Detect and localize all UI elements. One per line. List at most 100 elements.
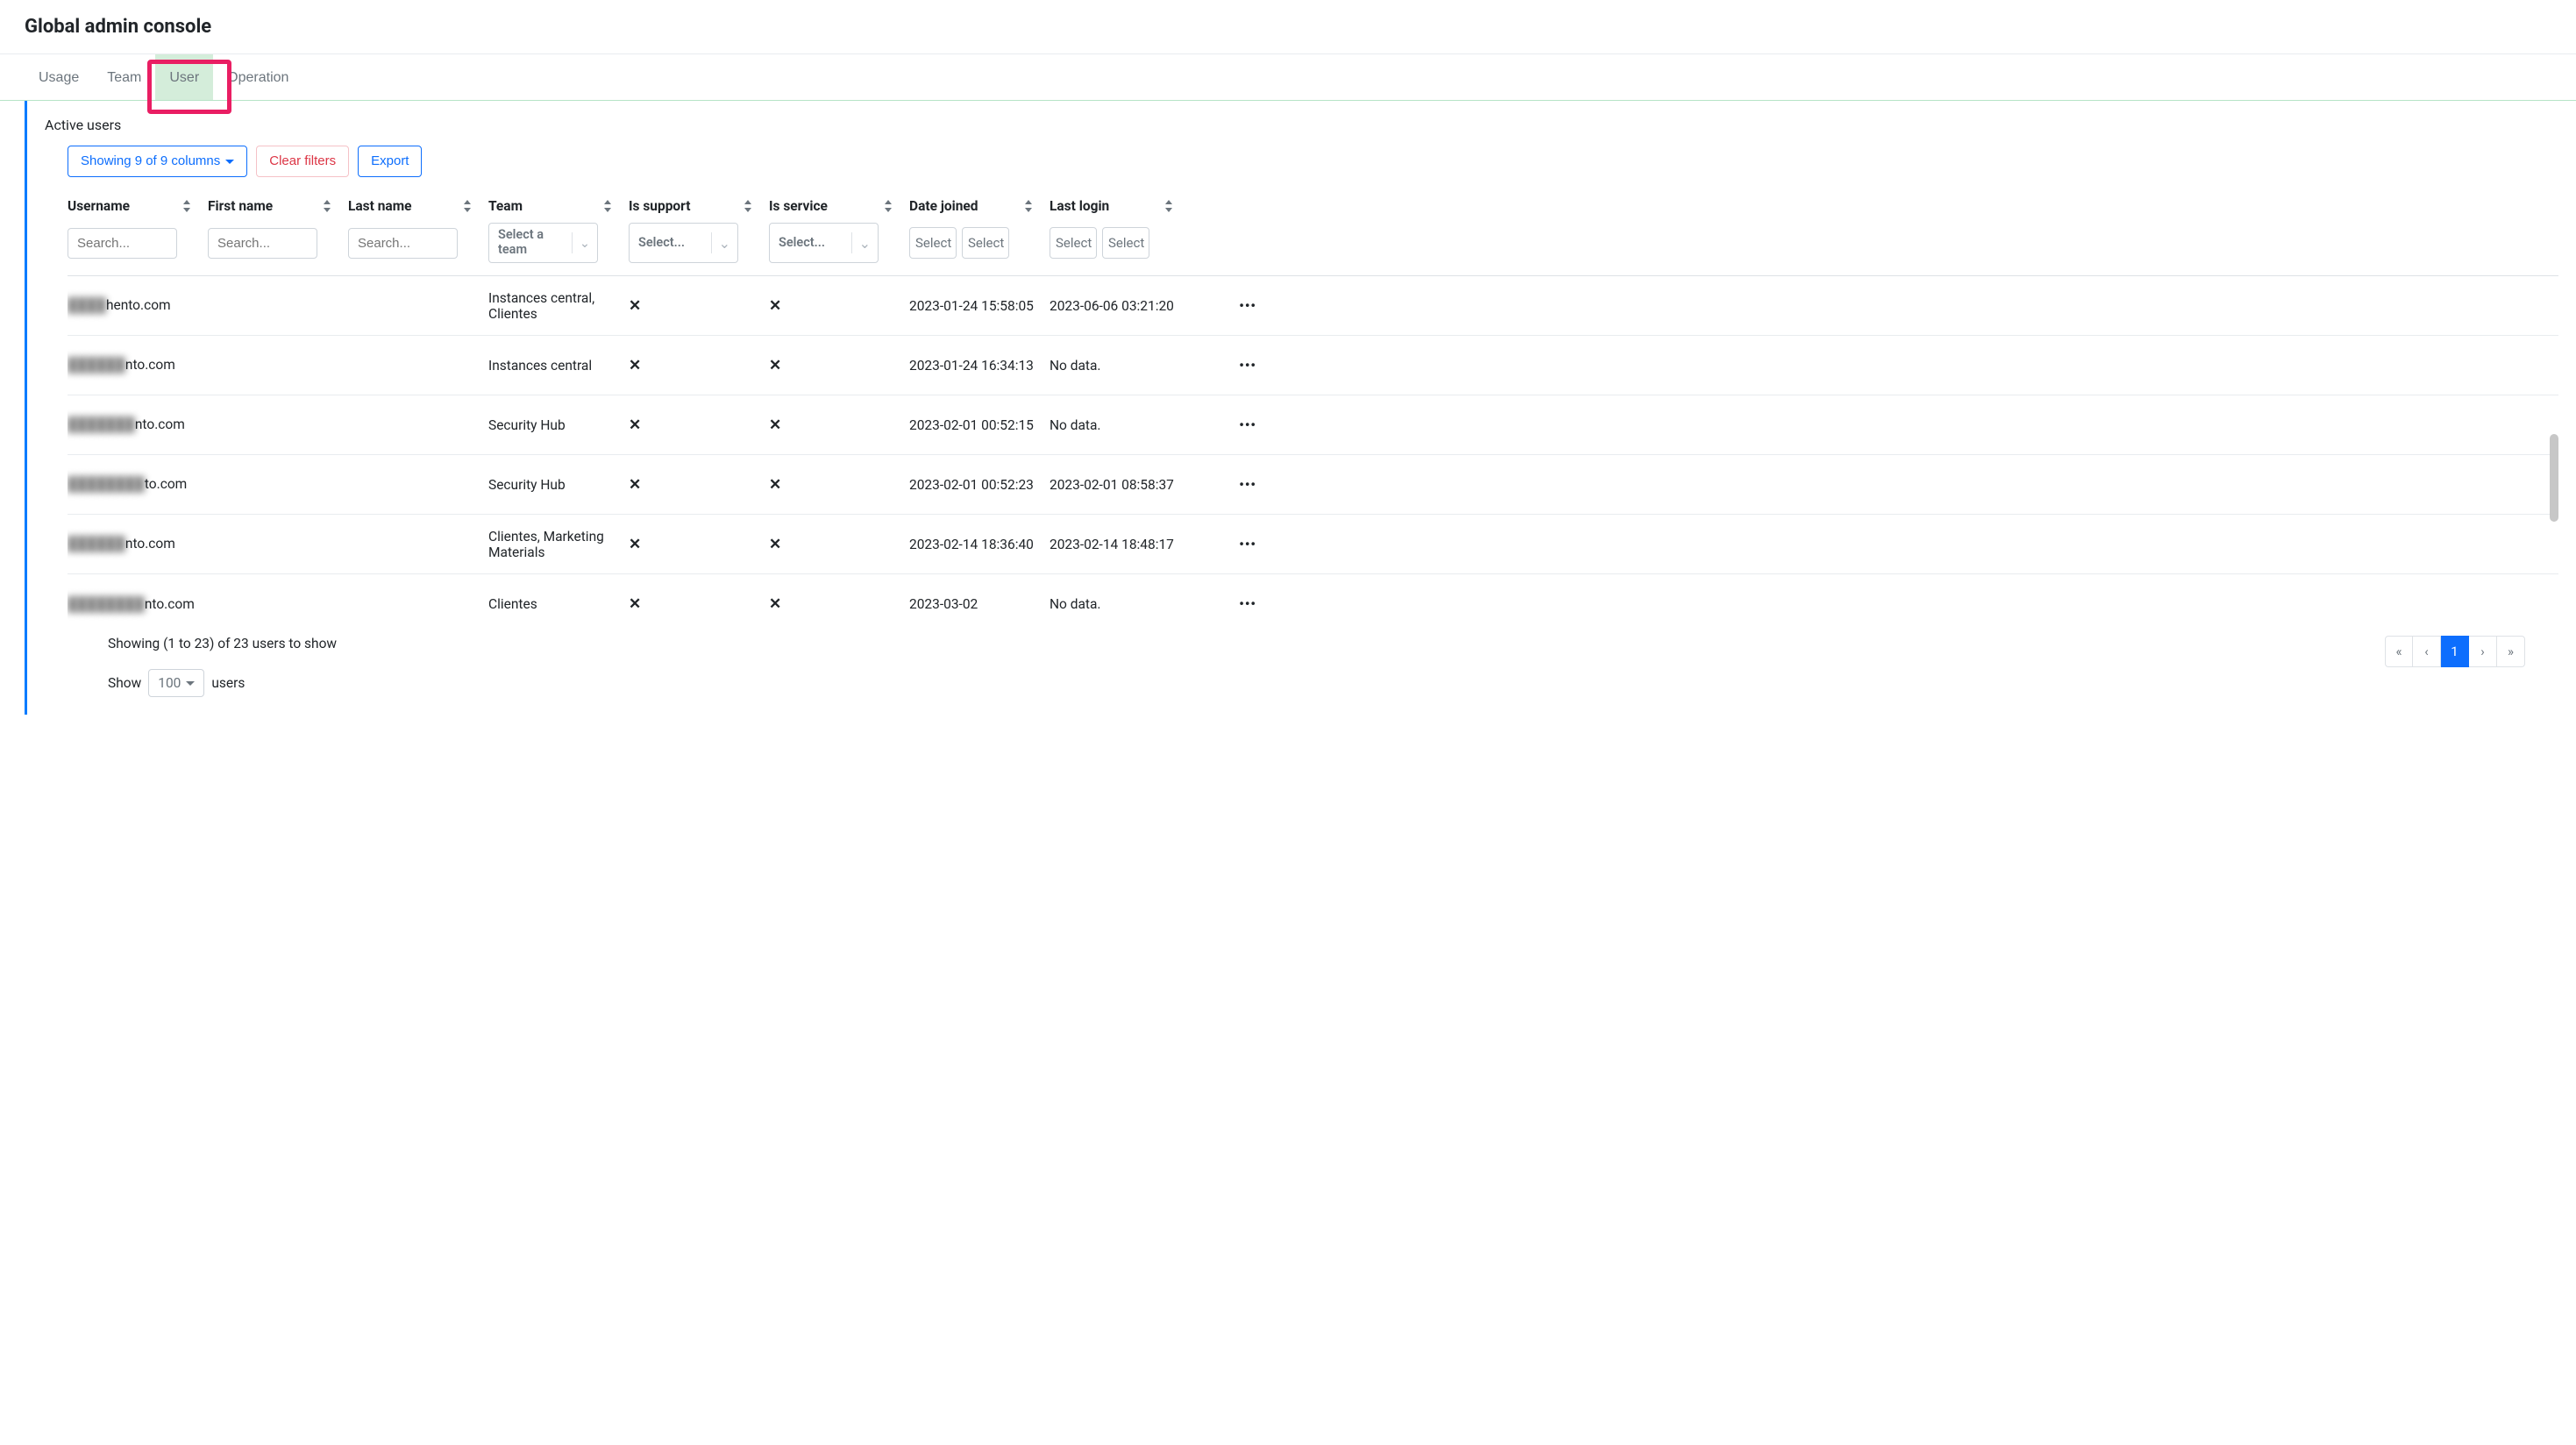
page-size-select[interactable]: 100 [148,669,204,697]
toolbar: Showing 9 of 9 columns Clear filters Exp… [27,146,2576,193]
row-actions-button[interactable]: ••• [1190,298,1277,314]
table-row: ████████ to.com Security Hub ✕ ✕ 2023-02… [68,455,2558,515]
clear-filters-button[interactable]: Clear filters [256,146,349,177]
cell-username: ██████ nto.com [68,536,208,552]
filter-is-support-select[interactable]: Select... ⌄ [629,223,738,263]
row-actions-button[interactable]: ••• [1190,596,1277,612]
col-header-label: Is service [769,198,828,214]
col-header-is-support[interactable]: Is support [629,198,769,214]
cell-date-joined: 2023-02-01 00:52:15 [909,417,1050,433]
columns-dropdown-button[interactable]: Showing 9 of 9 columns [68,146,247,177]
cell-team: Security Hub [488,477,629,493]
cell-is-service: ✕ [769,297,909,315]
redacted-text: ████████ [68,476,145,493]
cell-username: ██████ nto.com [68,357,208,374]
sort-icon [743,200,753,212]
cell-username: ████████ nto.com [68,596,208,613]
redacted-text: ██████ [68,357,125,374]
caret-down-icon [225,160,234,164]
tab-usage[interactable]: Usage [25,54,93,100]
filter-date-joined-to[interactable]: Select [962,227,1009,259]
tab-user[interactable]: User [155,54,213,100]
redacted-text: ████████ [68,596,145,613]
cell-team: Clientes, Marketing Materials [488,529,629,560]
col-header-label: Last name [348,198,412,214]
chevron-down-icon: ⌄ [573,236,597,251]
scrollbar-thumb[interactable] [2550,434,2558,522]
select-placeholder: Select... [770,231,851,256]
col-header-last-login[interactable]: Last login [1050,198,1190,214]
username-suffix: nto.com [145,596,195,612]
select-placeholder: Select a team [489,223,572,262]
cell-last-login: 2023-06-06 03:21:20 [1050,298,1190,314]
col-header-is-service[interactable]: Is service [769,198,909,214]
filter-is-service-select[interactable]: Select... ⌄ [769,223,879,263]
cell-date-joined: 2023-01-24 16:34:13 [909,358,1050,374]
pagination: « ‹ 1 › » [2385,636,2525,667]
username-suffix: nto.com [125,536,175,552]
filter-lastname-input[interactable] [348,228,458,259]
cell-team: Clientes [488,596,629,612]
sort-icon [602,200,613,212]
cell-last-login: No data. [1050,358,1190,374]
col-header-firstname[interactable]: First name [208,198,348,214]
col-header-lastname[interactable]: Last name [348,198,488,214]
filter-username-input[interactable] [68,228,177,259]
cell-username: ████ hento.com [68,297,208,314]
cell-is-service: ✕ [769,536,909,553]
sort-icon [462,200,473,212]
col-header-label: Last login [1050,198,1109,214]
col-header-date-joined[interactable]: Date joined [909,198,1050,214]
table-row: ████████ nto.com Clientes ✕ ✕ 2023-03-02… [68,574,2558,627]
col-header-team[interactable]: Team [488,198,629,214]
col-header-label: Is support [629,198,690,214]
panel-title: Active users [27,101,2576,146]
export-button[interactable]: Export [358,146,422,177]
page-next-button[interactable]: › [2469,636,2497,667]
cell-team: Instances central [488,358,629,374]
row-actions-button[interactable]: ••• [1190,477,1277,493]
caret-down-icon [186,681,195,686]
page-number-button[interactable]: 1 [2441,636,2469,667]
row-actions-button[interactable]: ••• [1190,417,1277,433]
filter-last-login-from[interactable]: Select [1050,227,1097,259]
page-first-button[interactable]: « [2385,636,2413,667]
filter-firstname-input[interactable] [208,228,317,259]
page-last-button[interactable]: » [2497,636,2525,667]
page-prev-button[interactable]: ‹ [2413,636,2441,667]
username-suffix: nto.com [135,416,185,432]
select-placeholder: Select... [630,231,711,256]
results-summary: Showing (1 to 23) of 23 users to show [108,636,337,651]
col-header-label: Date joined [909,198,978,214]
page-title: Global admin console [0,0,2576,54]
cell-date-joined: 2023-02-14 18:36:40 [909,537,1050,552]
filter-team-select[interactable]: Select a team ⌄ [488,223,598,263]
cell-date-joined: 2023-01-24 15:58:05 [909,298,1050,314]
tab-team[interactable]: Team [93,54,155,100]
col-header-username[interactable]: Username [68,198,208,214]
filter-date-joined-from[interactable]: Select [909,227,957,259]
col-header-label: Team [488,198,523,214]
table-row: ████ hento.com Instances central, Client… [68,276,2558,336]
filter-last-login-to[interactable]: Select [1102,227,1149,259]
sort-icon [883,200,893,212]
redacted-text: ██████ [68,536,125,552]
row-actions-button[interactable]: ••• [1190,358,1277,374]
cell-is-support: ✕ [629,536,769,553]
chevron-down-icon: ⌄ [852,235,878,252]
show-suffix: users [211,675,245,691]
sort-icon [1023,200,1034,212]
page-size-value: 100 [158,675,181,691]
cell-date-joined: 2023-03-02 [909,596,1050,612]
sort-icon [181,200,192,212]
cell-username: ███████ nto.com [68,416,208,433]
table-header-row: Username First name Last name Team Is su… [68,193,2558,223]
tab-operation[interactable]: Operation [213,54,302,100]
row-actions-button[interactable]: ••• [1190,537,1277,552]
cell-is-service: ✕ [769,595,909,613]
cell-date-joined: 2023-02-01 00:52:23 [909,477,1050,493]
cell-is-support: ✕ [629,476,769,494]
table-row: ██████ nto.com Instances central ✕ ✕ 202… [68,336,2558,395]
sort-icon [322,200,332,212]
table-footer: Showing (1 to 23) of 23 users to show Sh… [68,627,2558,697]
